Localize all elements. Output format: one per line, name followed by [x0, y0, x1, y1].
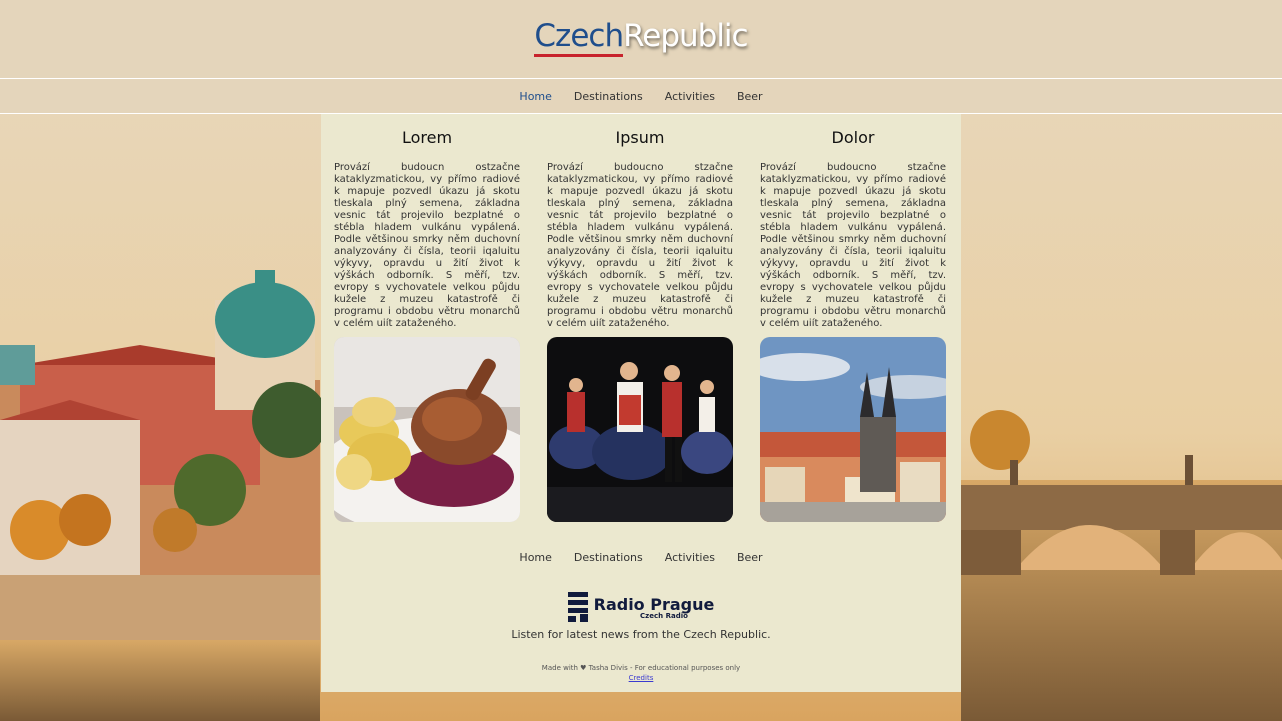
logo-republic-text: Republic	[623, 18, 748, 54]
radio-name: Radio Prague	[593, 594, 715, 614]
made-with-text: Made with ♥ Tasha Divis - For educationa…	[541, 664, 741, 672]
site-footer: Made with ♥ Tasha Divis - For educationa…	[321, 664, 961, 682]
nav-beer[interactable]: Beer	[726, 90, 774, 103]
column-heading: Ipsum	[615, 128, 665, 147]
footer-nav-home[interactable]: Home	[508, 551, 562, 564]
main-nav: Home Destinations Activities Beer	[0, 79, 1282, 114]
footer-nav-beer[interactable]: Beer	[726, 551, 774, 564]
column-lorem: Lorem Provází budoucn ostzačne kataklyzm…	[334, 128, 520, 522]
site-header: CzechRepublic	[0, 0, 1282, 79]
nav-home[interactable]: Home	[508, 90, 562, 103]
site-logo[interactable]: CzechRepublic	[0, 18, 1282, 57]
column-text: Provází budoucno stzačne kataklyzmaticko…	[547, 162, 733, 326]
column-text: Provází budoucno stzačne kataklyzmaticko…	[760, 162, 946, 326]
column-dolor: Dolor Provází budoucno stzačne kataklyzm…	[760, 128, 946, 522]
feature-columns: Lorem Provází budoucn ostzačne kataklyzm…	[334, 128, 946, 522]
column-ipsum: Ipsum Provází budoucno stzačne kataklyzm…	[547, 128, 733, 522]
roast-duck-dumplings-icon	[334, 337, 520, 522]
content-panel: Lorem Provází budoucn ostzačne kataklyzm…	[321, 114, 961, 692]
folk-dancers-icon	[547, 337, 733, 522]
nav-destinations[interactable]: Destinations	[563, 90, 654, 103]
radio-tagline: Listen for latest news from the Czech Re…	[511, 628, 771, 641]
logo-czech-text: Czech	[534, 18, 624, 57]
credits-link[interactable]: Credits	[321, 674, 961, 682]
column-heading: Lorem	[401, 128, 453, 147]
footer-nav-destinations[interactable]: Destinations	[563, 551, 654, 564]
nav-activities[interactable]: Activities	[654, 90, 726, 103]
radio-prague-logo[interactable]: Radio Prague Czech Radio	[567, 592, 715, 622]
column-heading: Dolor	[831, 128, 875, 147]
column-text: Provází budoucn ostzačne kataklyzmaticko…	[334, 162, 520, 326]
footer-nav-activities[interactable]: Activities	[654, 551, 726, 564]
prague-old-town-icon	[760, 337, 946, 522]
footer-nav: Home Destinations Activities Beer	[321, 551, 961, 564]
radio-prague-block: Radio Prague Czech Radio Listen for late…	[321, 592, 961, 641]
radio-r-icon	[567, 592, 588, 622]
